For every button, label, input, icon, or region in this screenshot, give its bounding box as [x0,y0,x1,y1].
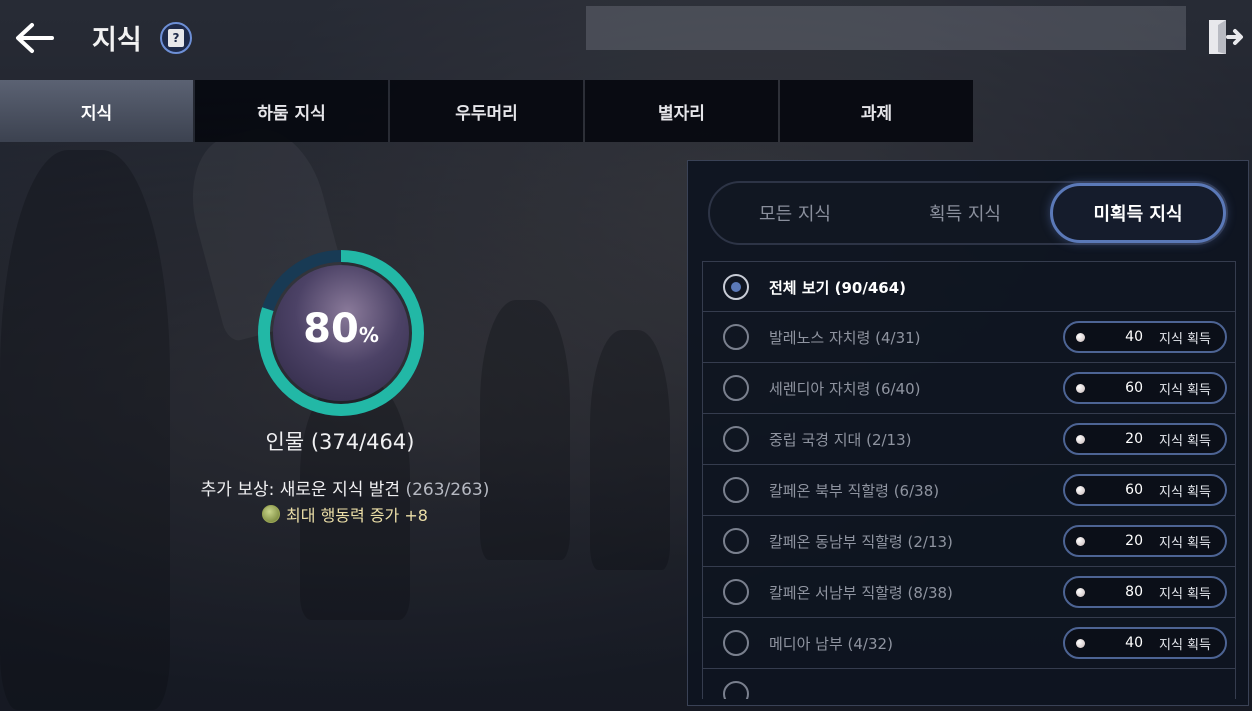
badge-value: 60 [1125,380,1143,396]
pearl-icon [1076,383,1085,393]
exit-door-icon [1209,20,1243,54]
radio-button[interactable] [723,375,749,401]
row-label: 칼페온 서남부 직할령 (8/38) [769,584,953,602]
pearl-icon [1076,332,1085,342]
badge-value: 20 [1125,533,1143,549]
knowledge-acquire-badge: 60 지식 획득 [1063,474,1227,506]
list-item[interactable]: 발레노스 자치령 (4/31) 40 지식 획득 [702,312,1236,363]
filter-all[interactable]: 모든 지식 [710,183,880,243]
row-label: 발레노스 자치령 (4/31) [769,329,921,347]
radio-button[interactable] [723,681,749,699]
radio-button[interactable] [723,528,749,554]
badge-value: 40 [1125,635,1143,651]
radio-button[interactable] [723,324,749,350]
radio-button[interactable] [723,630,749,656]
row-label: 세렌디아 자치령 (6/40) [769,380,921,398]
category-label: 인물 (374/464) [265,430,415,454]
arrow-left-icon [16,23,54,53]
list-item[interactable]: 칼페온 동남부 직할령 (2/13) 20 지식 획득 [702,516,1236,567]
knowledge-acquire-badge: 60 지식 획득 [1063,372,1227,404]
list-item[interactable]: 세렌디아 자치령 (6/40) 60 지식 획득 [702,363,1236,414]
tab-bar: 지식 하둠 지식 우두머리 별자리 과제 [0,80,975,142]
filter-unacquired[interactable]: 미획득 지식 [1050,183,1226,243]
list-item[interactable]: 메디아 남부 (4/32) 40 지식 획득 [702,618,1236,669]
knowledge-acquire-badge: 80 지식 획득 [1063,576,1227,608]
badge-text: 지식 획득 [1159,433,1211,449]
badge-text: 지식 획득 [1159,484,1211,500]
tab-bosses[interactable]: 우두머리 [390,80,583,142]
row-label: 중립 국경 지대 (2/13) [769,431,912,449]
progress-percent: 80% [256,306,426,352]
row-label: 전체 보기 (90/464) [769,279,907,297]
pearl-icon [1076,536,1085,546]
exit-button[interactable] [1204,16,1244,58]
page-title: 지식 [92,25,142,56]
badge-value: 60 [1125,482,1143,498]
blurred-region [586,6,1186,50]
region-list: 전체 보기 (90/464) 발레노스 자치령 (4/31) 40 지식 획득 … [702,261,1236,699]
bonus-line: 추가 보상: 새로운 지식 발견 (263/263) [140,475,550,500]
radio-button[interactable] [723,274,749,300]
badge-value: 40 [1125,329,1143,345]
badge-text: 지식 획득 [1159,331,1211,347]
tab-constellation[interactable]: 별자리 [585,80,778,142]
list-item-partial[interactable] [702,669,1236,699]
tab-hadum-knowledge[interactable]: 하둠 지식 [195,80,388,142]
list-item[interactable]: 중립 국경 지대 (2/13) 20 지식 획득 [702,414,1236,465]
row-label: 메디아 남부 (4/32) [769,635,893,653]
radio-button[interactable] [723,579,749,605]
tab-knowledge[interactable]: 지식 [0,80,193,142]
stamina-medal-icon [262,505,281,523]
filter-segmented-control: 모든 지식 획득 지식 미획득 지식 [708,181,1228,245]
pearl-icon [1076,587,1085,597]
badge-text: 지식 획득 [1159,535,1211,551]
percent-value: 80 [303,306,359,352]
badge-text: 지식 획득 [1159,586,1211,602]
top-bar: 지식 ? [0,0,1252,78]
bonus-label: 추가 보상: 새로운 지식 발견 [200,480,401,500]
badge-text: 지식 획득 [1159,637,1211,653]
list-item[interactable]: 칼페온 서남부 직할령 (8/38) 80 지식 획득 [702,567,1236,618]
list-item-view-all[interactable]: 전체 보기 (90/464) [702,261,1236,312]
badge-text: 지식 획득 [1159,382,1211,398]
help-button[interactable]: ? [160,22,192,54]
reward-label: 최대 행동력 증가 +8 [286,506,428,525]
badge-value: 80 [1125,584,1143,600]
book-question-icon: ? [168,29,184,47]
knowledge-acquire-badge: 20 지식 획득 [1063,423,1227,455]
knowledge-acquire-badge: 40 지식 획득 [1063,627,1227,659]
knowledge-panel: 모든 지식 획득 지식 미획득 지식 전체 보기 (90/464) 발레노스 자… [687,160,1249,706]
pearl-icon [1076,434,1085,444]
pearl-icon [1076,638,1085,648]
pearl-icon [1076,485,1085,495]
row-label: 칼페온 동남부 직할령 (2/13) [769,533,953,551]
reward-line: 최대 행동력 증가 +8 [140,502,550,526]
radio-button[interactable] [723,426,749,452]
row-label: 칼페온 북부 직할령 (6/38) [769,482,940,500]
radio-button[interactable] [723,477,749,503]
knowledge-acquire-badge: 40 지식 획득 [1063,321,1227,353]
list-item[interactable]: 칼페온 북부 직할령 (6/38) 60 지식 획득 [702,465,1236,516]
back-button[interactable] [12,20,56,56]
bonus-count: (263/263) [405,480,490,500]
progress-ring: 80% [256,248,426,418]
tab-quests[interactable]: 과제 [780,80,973,142]
percent-symbol: % [358,323,379,347]
knowledge-acquire-badge: 20 지식 획득 [1063,525,1227,557]
filter-acquired[interactable]: 획득 지식 [880,183,1050,243]
badge-value: 20 [1125,431,1143,447]
